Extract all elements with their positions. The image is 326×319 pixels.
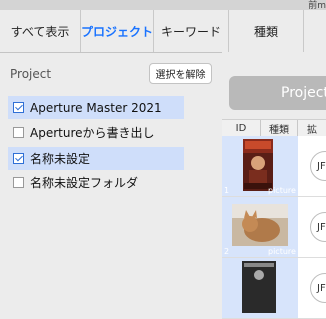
tab-keyword[interactable]: キーワード xyxy=(154,10,228,52)
table-row[interactable]: 1 picture JF xyxy=(222,136,326,197)
list-item[interactable]: Aperture Master 2021 xyxy=(8,96,184,119)
list-item-label: Apertureから書き出し xyxy=(30,126,155,140)
tab-more[interactable] xyxy=(304,10,326,52)
tab-show-all[interactable]: すべて表示 xyxy=(0,10,80,52)
list-item-label: Aperture Master 2021 xyxy=(30,100,162,115)
thumbnail-cell[interactable]: 2 picture xyxy=(222,197,298,257)
project-button[interactable]: Project xyxy=(229,76,326,110)
row-type: picture xyxy=(268,247,296,256)
checkbox-checked[interactable] xyxy=(13,102,24,113)
table-row[interactable]: 2 picture JF xyxy=(222,197,326,258)
list-item[interactable]: Apertureから書き出し xyxy=(8,121,184,144)
checkbox-checked[interactable] xyxy=(13,153,24,164)
list-item[interactable]: 名称未設定 xyxy=(8,147,184,170)
row-type: picture xyxy=(268,186,296,195)
list-item[interactable]: 名称未設定フォルダ xyxy=(8,171,184,194)
table-row[interactable]: JF xyxy=(222,258,326,319)
list-item-label: 名称未設定フォルダ xyxy=(30,176,139,190)
thumbnail-cell[interactable] xyxy=(222,258,298,318)
extension-badge: JF xyxy=(310,273,326,303)
photo-thumbnail xyxy=(230,200,290,252)
checkbox-unchecked[interactable] xyxy=(13,177,24,188)
thumbnail-cell[interactable]: 1 picture xyxy=(222,136,298,196)
tab-bar: すべて表示 プロジェクト キーワード 種類 xyxy=(0,10,326,53)
list-item-label: 名称未設定 xyxy=(30,152,91,166)
photo-thumbnail xyxy=(230,139,290,191)
row-id: 2 xyxy=(224,247,230,256)
row-id: 1 xyxy=(224,186,230,195)
panel-title: Project xyxy=(10,67,52,81)
extension-badge: JF xyxy=(310,212,326,242)
project-list: Aperture Master 2021 Apertureから書き出し 名称未設… xyxy=(0,96,222,272)
tab-type[interactable]: 種類 xyxy=(229,10,303,52)
photo-thumbnail xyxy=(230,261,290,313)
extension-badge: JF xyxy=(310,151,326,181)
photo-grid-header: ID 種類 拡 xyxy=(222,119,326,137)
deselect-all-button[interactable]: 選択を解除 xyxy=(149,63,212,84)
column-header-type[interactable]: 種類 xyxy=(261,120,297,136)
column-header-extension[interactable]: 拡 xyxy=(298,120,326,136)
tab-project[interactable]: プロジェクト xyxy=(81,10,153,52)
checkbox-unchecked[interactable] xyxy=(13,127,24,138)
title-strip: 前m xyxy=(0,0,326,11)
column-header-id[interactable]: ID xyxy=(222,120,260,136)
